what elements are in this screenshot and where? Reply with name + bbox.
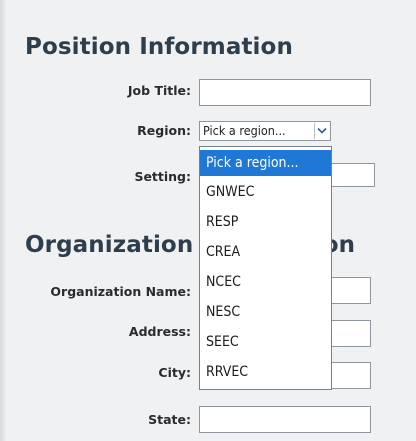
job-title-input[interactable] [199,79,371,106]
page-edge [0,0,6,441]
organization-name-label: Organization Name: [50,284,191,299]
region-option[interactable]: GNWEC [200,179,331,205]
setting-field[interactable] [325,163,375,187]
job-title-label: Job Title: [127,83,191,98]
region-select[interactable]: Pick a region... [199,121,331,141]
state-label: State: [148,412,191,427]
region-option[interactable]: NESC [200,299,331,325]
region-option[interactable]: Pick a region... [200,150,331,176]
region-option[interactable]: NCEC [200,269,331,295]
setting-label: Setting: [134,169,191,184]
region-option[interactable]: RRVEC [200,359,331,385]
region-dropdown-list: Pick a region... GNWEC RESP CREA NCEC NE… [199,146,332,390]
city-label: City: [158,365,191,380]
chevron-down-icon [317,127,327,134]
region-option[interactable]: CREA [200,239,331,265]
address-label: Address: [128,324,191,339]
region-select-toggle[interactable] [314,123,329,139]
position-section-title: Position Information [25,34,293,60]
region-option[interactable]: RESP [200,209,331,235]
region-select-value: Pick a region... [203,123,286,138]
region-option[interactable]: SEEC [200,329,331,355]
region-label: Region: [137,123,191,138]
state-input[interactable] [199,406,371,433]
